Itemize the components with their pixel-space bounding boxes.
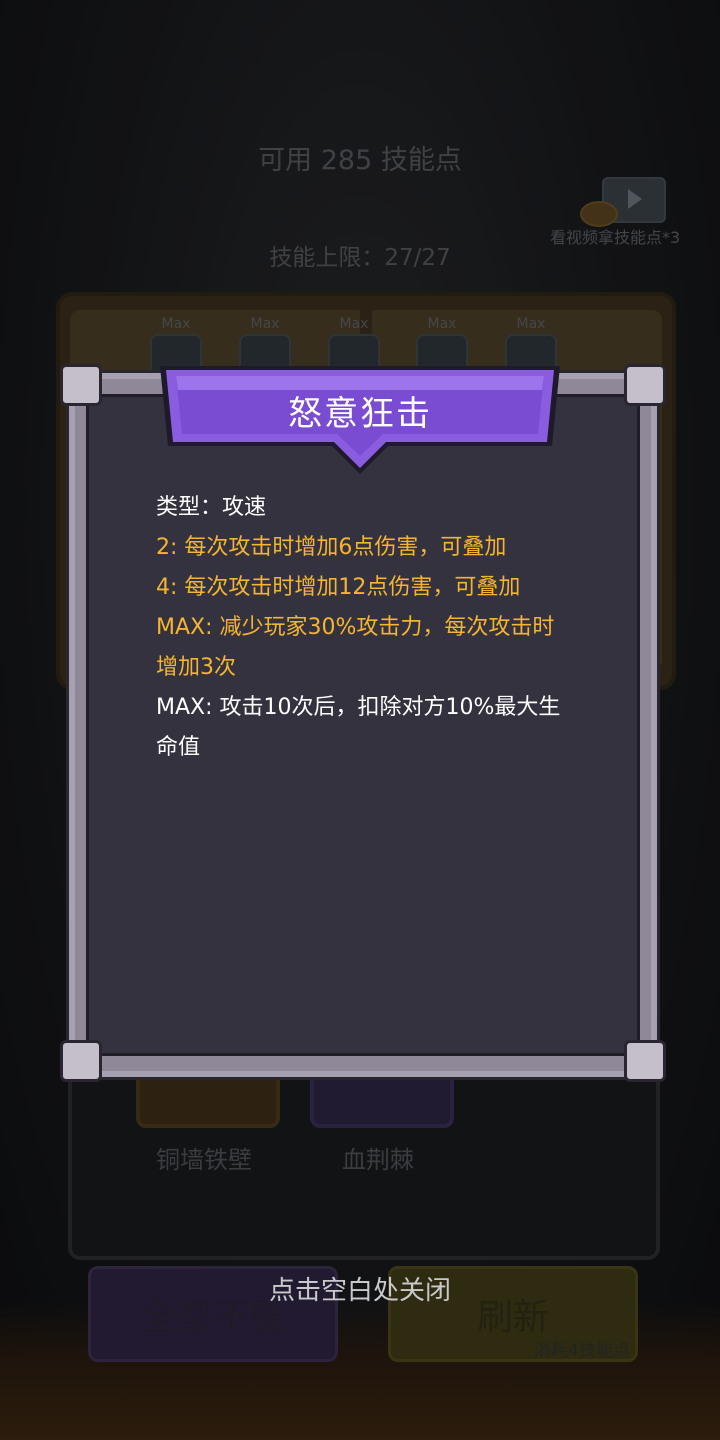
dialog-title: 怒意狂击 bbox=[288, 394, 432, 434]
skill-max-2: MAX: 攻击10次后，扣除对方10%最大生命值 bbox=[156, 695, 561, 760]
close-hint: 点击空白处关闭 bbox=[268, 1276, 451, 1306]
skill-type: 类型：攻速 bbox=[156, 495, 267, 520]
skill-max-1: MAX: 减少玩家30%攻击力，每次攻击时增加3次 bbox=[156, 615, 555, 680]
corner-ornament bbox=[60, 364, 102, 406]
skill-level-2: 2: 每次攻击时增加6点伤害，可叠加 bbox=[156, 535, 507, 560]
corner-ornament bbox=[624, 1040, 666, 1082]
corner-ornament bbox=[624, 364, 666, 406]
skill-level-4: 4: 每次攻击时增加12点伤害，可叠加 bbox=[156, 575, 521, 600]
corner-ornament bbox=[60, 1040, 102, 1082]
